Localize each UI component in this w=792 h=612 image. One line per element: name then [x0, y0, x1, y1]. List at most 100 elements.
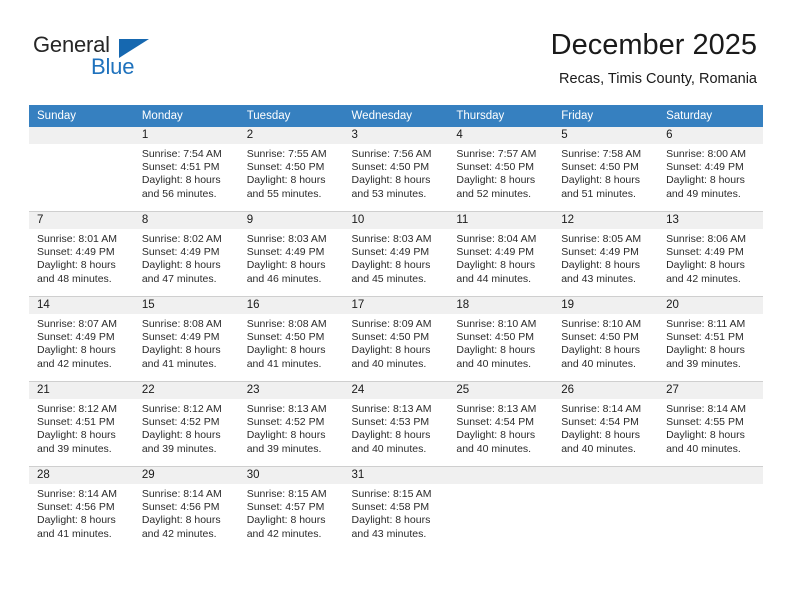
sunset-text: Sunset: 4:58 PM — [351, 501, 430, 514]
sunset-text: Sunset: 4:49 PM — [141, 331, 220, 344]
day-detail: Sunrise: 8:14 AM Sunset: 4:56 PM Daylight:… — [134, 484, 239, 541]
sunrise-text: Sunrise: 8:14 AM — [561, 403, 642, 415]
daylight-text-line1: Daylight: 8 hours — [37, 344, 116, 357]
calendar-day-cell[interactable]: 25 Sunrise: 8:13 AM Sunset: 4:54 PM Dayligh… — [448, 381, 554, 467]
calendar-week-row: 14 Sunrise: 8:07 AM Sunset: 4:49 PM Dayligh… — [29, 296, 763, 382]
calendar-day-cell[interactable]: 16 Sunrise: 8:08 AM Sunset: 4:50 PM Dayligh… — [238, 296, 344, 382]
calendar-day-cell[interactable]: 26 Sunrise: 8:14 AM Sunset: 4:54 PM Dayligh… — [553, 381, 659, 467]
calendar-day-cell[interactable]: 22 Sunrise: 8:12 AM Sunset: 4:52 PM Dayligh… — [133, 381, 239, 467]
calendar-day-cell[interactable]: 10 Sunrise: 8:03 AM Sunset: 4:49 PM Dayligh… — [343, 211, 449, 297]
weekday-header-monday: Monday — [133, 105, 239, 127]
day-number: 30 — [238, 467, 344, 484]
day-detail: Sunrise: 8:13 AM Sunset: 4:53 PM Daylight:… — [344, 399, 449, 456]
day-number: 7 — [29, 212, 134, 229]
day-detail: Sunrise: 8:10 AM Sunset: 4:50 PM Daylight:… — [553, 314, 658, 371]
calendar-day-cell[interactable]: 31 Sunrise: 8:15 AM Sunset: 4:58 PM Dayligh… — [343, 466, 449, 551]
calendar-day-cell[interactable]: 13 Sunrise: 8:06 AM Sunset: 4:49 PM Dayligh… — [658, 211, 763, 297]
calendar-day-cell[interactable]: 2 Sunrise: 7:55 AM Sunset: 4:50 PM Daylight… — [238, 127, 344, 212]
calendar-day-cell[interactable]: 23 Sunrise: 8:13 AM Sunset: 4:52 PM Dayligh… — [238, 381, 344, 467]
calendar-day-cell[interactable]: 1 Sunrise: 7:54 AM Sunset: 4:51 PM Daylight… — [133, 127, 239, 212]
sunrise-text: Sunrise: 7:58 AM — [561, 148, 642, 160]
daylight-text-line2: and 42 minutes. — [666, 272, 741, 285]
daylight-text-line1: Daylight: 8 hours — [666, 174, 745, 187]
weekday-header-sunday: Sunday — [29, 105, 134, 127]
sunset-text: Sunset: 4:56 PM — [37, 501, 115, 514]
sunrise-text: Sunrise: 8:10 AM — [456, 318, 537, 330]
calendar-day-cell[interactable]: 27 Sunrise: 8:14 AM Sunset: 4:55 PM Dayligh… — [658, 381, 763, 467]
day-number: 3 — [343, 127, 449, 144]
calendar-week-row: 28 Sunrise: 8:14 AM Sunset: 4:56 PM Dayligh… — [29, 466, 763, 551]
sunset-text: Sunset: 4:52 PM — [246, 416, 325, 429]
calendar-day-cell[interactable]: 18 Sunrise: 8:10 AM Sunset: 4:50 PM Dayligh… — [448, 296, 554, 382]
day-detail: Sunrise: 7:54 AM Sunset: 4:51 PM Daylight:… — [134, 144, 239, 201]
daylight-text-line2: and 41 minutes. — [141, 357, 217, 370]
day-detail: Sunrise: 8:09 AM Sunset: 4:50 PM Daylight:… — [344, 314, 449, 371]
daylight-text-line2: and 42 minutes. — [37, 357, 112, 370]
calendar-day-cell[interactable]: 24 Sunrise: 8:13 AM Sunset: 4:53 PM Dayligh… — [343, 381, 449, 467]
daylight-text-line1: Daylight: 8 hours — [246, 344, 326, 357]
daylight-text-line2: and 46 minutes. — [246, 272, 322, 285]
daylight-text-line2: and 42 minutes. — [246, 527, 322, 540]
calendar-day-cell[interactable]: 5 Sunrise: 7:58 AM Sunset: 4:50 PM Daylight… — [553, 127, 659, 212]
calendar-day-cell[interactable]: 4 Sunrise: 7:57 AM Sunset: 4:50 PM Daylight… — [448, 127, 554, 212]
day-number: 17 — [343, 297, 449, 314]
calendar-day-cell[interactable]: 15 Sunrise: 8:08 AM Sunset: 4:49 PM Dayligh… — [133, 296, 239, 382]
day-number: 23 — [238, 382, 344, 399]
calendar-day-cell[interactable]: 28 Sunrise: 8:14 AM Sunset: 4:56 PM Dayligh… — [29, 466, 134, 551]
calendar-day-cell[interactable]: 8 Sunrise: 8:02 AM Sunset: 4:49 PM Daylight… — [133, 211, 239, 297]
day-number: 21 — [29, 382, 134, 399]
sunrise-text: Sunrise: 8:03 AM — [246, 233, 327, 245]
calendar-day-cell[interactable]: 21 Sunrise: 8:12 AM Sunset: 4:51 PM Dayligh… — [29, 381, 134, 467]
daylight-text-line1: Daylight: 8 hours — [456, 174, 536, 187]
general-blue-logo[interactable]: General Blue — [33, 32, 193, 84]
calendar-day-cell[interactable]: 3 Sunrise: 7:56 AM Sunset: 4:50 PM Daylight… — [343, 127, 449, 212]
daylight-text-line2: and 40 minutes. — [351, 442, 427, 455]
calendar-day-cell[interactable]: 11 Sunrise: 8:04 AM Sunset: 4:49 PM Dayligh… — [448, 211, 554, 297]
calendar-day-cell[interactable]: 12 Sunrise: 8:05 AM Sunset: 4:49 PM Dayligh… — [553, 211, 659, 297]
day-number: 25 — [448, 382, 554, 399]
weekday-header-friday: Friday — [553, 105, 659, 127]
calendar-day-cell[interactable]: 9 Sunrise: 8:03 AM Sunset: 4:49 PM Daylight… — [238, 211, 344, 297]
daylight-text-line1: Daylight: 8 hours — [141, 259, 221, 272]
daylight-text-line2: and 40 minutes. — [561, 442, 636, 455]
calendar-day-cell[interactable]: 30 Sunrise: 8:15 AM Sunset: 4:57 PM Dayligh… — [238, 466, 344, 551]
daylight-text-line1: Daylight: 8 hours — [37, 429, 116, 442]
sunrise-text: Sunrise: 8:13 AM — [351, 403, 432, 415]
daylight-text-line1: Daylight: 8 hours — [246, 514, 326, 527]
daylight-text-line1: Daylight: 8 hours — [351, 174, 431, 187]
calendar-day-cell[interactable]: 14 Sunrise: 8:07 AM Sunset: 4:49 PM Dayligh… — [29, 296, 134, 382]
daylight-text-line2: and 40 minutes. — [351, 357, 427, 370]
sunrise-text: Sunrise: 8:13 AM — [246, 403, 327, 415]
calendar-day-cell[interactable]: 17 Sunrise: 8:09 AM Sunset: 4:50 PM Dayligh… — [343, 296, 449, 382]
day-detail: Sunrise: 8:07 AM Sunset: 4:49 PM Daylight:… — [29, 314, 134, 371]
daylight-text-line2: and 56 minutes. — [141, 187, 217, 200]
sunset-text: Sunset: 4:55 PM — [666, 416, 744, 429]
daylight-text-line2: and 52 minutes. — [456, 187, 532, 200]
sunrise-sunset-calendar-table: Sunday Monday Tuesday Wednesday Thursday… — [29, 105, 763, 551]
calendar-day-cell[interactable]: 6 Sunrise: 8:00 AM Sunset: 4:49 PM Daylight… — [658, 127, 763, 212]
sunrise-text: Sunrise: 8:04 AM — [456, 233, 537, 245]
daylight-text-line1: Daylight: 8 hours — [141, 174, 221, 187]
day-detail: Sunrise: 8:14 AM Sunset: 4:55 PM Daylight:… — [658, 399, 763, 456]
calendar-day-cell[interactable]: 7 Sunrise: 8:01 AM Sunset: 4:49 PM Daylight… — [29, 211, 134, 297]
sunset-text: Sunset: 4:49 PM — [37, 246, 115, 259]
day-detail: Sunrise: 8:15 AM Sunset: 4:57 PM Daylight:… — [239, 484, 344, 541]
sunrise-text: Sunrise: 7:54 AM — [141, 148, 222, 160]
daylight-text-line2: and 39 minutes. — [141, 442, 217, 455]
calendar-day-cell[interactable]: 29 Sunrise: 8:14 AM Sunset: 4:56 PM Dayligh… — [133, 466, 239, 551]
calendar-day-cell[interactable]: 19 Sunrise: 8:10 AM Sunset: 4:50 PM Dayligh… — [553, 296, 659, 382]
daylight-text-line2: and 43 minutes. — [561, 272, 636, 285]
daylight-text-line2: and 49 minutes. — [666, 187, 741, 200]
daylight-text-line2: and 47 minutes. — [141, 272, 217, 285]
calendar-day-cell[interactable]: 20 Sunrise: 8:11 AM Sunset: 4:51 PM Dayligh… — [658, 296, 763, 382]
daylight-text-line2: and 45 minutes. — [351, 272, 427, 285]
sunset-text: Sunset: 4:50 PM — [246, 161, 325, 174]
sunrise-text: Sunrise: 7:57 AM — [456, 148, 537, 160]
daylight-text-line2: and 53 minutes. — [351, 187, 427, 200]
day-number: 19 — [553, 297, 659, 314]
day-number: 5 — [553, 127, 659, 144]
sunset-text: Sunset: 4:49 PM — [561, 246, 639, 259]
day-number: 9 — [238, 212, 344, 229]
sunrise-text: Sunrise: 8:15 AM — [351, 488, 432, 500]
weekday-header-saturday: Saturday — [658, 105, 763, 127]
